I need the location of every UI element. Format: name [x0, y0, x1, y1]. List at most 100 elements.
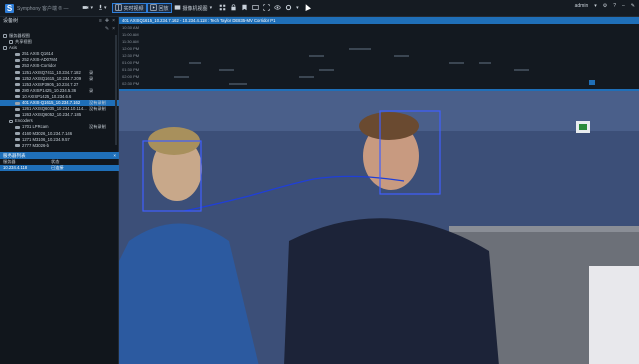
user-menu[interactable]: admin [575, 3, 589, 9]
recording-segment[interactable] [479, 62, 491, 64]
minimize-icon[interactable]: – [622, 3, 625, 9]
window-icon[interactable] [252, 4, 259, 13]
device-tree: 服务器视图 共享视图 Axis 251 AXIS Q1614 252 AXIS-AD07… [0, 33, 119, 149]
camera-icon [15, 89, 20, 93]
server-name: 10.234.4.118 [3, 165, 28, 170]
camera-icon [15, 71, 20, 75]
server-panel-header: 服务器列表 × [0, 152, 119, 159]
timeline-time-label: 12:30 PM [122, 53, 140, 58]
whiteboard [589, 266, 639, 364]
recording-segment[interactable] [514, 69, 529, 71]
close-icon[interactable]: × [112, 25, 115, 33]
video-viewport[interactable] [119, 89, 639, 364]
tree-scrollbar[interactable] [115, 35, 117, 145]
recording-segment[interactable] [449, 62, 464, 64]
recording-segment[interactable] [229, 83, 247, 85]
cubicle-top [449, 226, 639, 232]
timeline-time-label: 01:00 PM [122, 60, 140, 65]
server-status: 已连接 [51, 165, 64, 170]
eye-icon[interactable] [274, 4, 281, 13]
chevron-down-icon[interactable]: ▾ [594, 3, 597, 9]
timeline-header: 401 AXISQ1615_10.234.7.162 - 10.234.4.11… [119, 17, 639, 24]
close-icon[interactable]: × [112, 17, 115, 25]
exit-sign-light [579, 124, 587, 130]
app-title: Symphony 客户端 ® — [17, 5, 69, 12]
edit-icon[interactable]: ✎ [105, 25, 109, 33]
fullscreen-icon[interactable] [263, 3, 270, 13]
camera-icon [15, 144, 20, 148]
device-tree-tools: ✎ × [0, 25, 118, 33]
close-icon[interactable]: × [113, 152, 116, 159]
recording-segment[interactable] [394, 55, 409, 57]
recording-segment[interactable] [309, 55, 324, 57]
bookmark-icon[interactable] [241, 4, 248, 13]
layout-grid-icon[interactable] [219, 4, 226, 13]
recording-segment[interactable] [349, 48, 371, 50]
timeline-time-label: 12:00 PM [122, 46, 140, 51]
timeline-time-label: 10:30 AM [122, 25, 139, 30]
chevron-down-icon[interactable]: ▾ [296, 5, 299, 11]
timeline-time-label: 02:00 PM [122, 74, 140, 79]
live-view-button[interactable]: 实时视频 [111, 3, 147, 13]
grid-icon [114, 3, 122, 13]
timeline-time-label: 11:30 AM [122, 39, 139, 44]
pin-icon[interactable]: ✚ [105, 17, 109, 25]
device-tree-title: 设备树 [3, 18, 19, 24]
camera-icon [15, 138, 20, 142]
help-icon[interactable]: ? [613, 3, 616, 9]
timeline-time-label: 02:30 PM [122, 81, 140, 86]
video-frame [119, 91, 639, 364]
camera-icon [15, 125, 20, 129]
camera-icon[interactable] [82, 4, 89, 13]
toolbar-group: 实时视频 回放 摄像机视图 ▾ [111, 3, 215, 14]
live-view-label: 实时视频 [123, 5, 144, 12]
chevron-down-icon[interactable]: ▾ [104, 5, 107, 11]
camera-icon [15, 95, 20, 99]
camera-icon [15, 65, 20, 69]
user-area: admin ▾ ⚙ ? – ✎ [575, 3, 635, 9]
lock-icon[interactable] [230, 3, 237, 13]
timeline-panel: 401 AXISQ1615_10.234.7.162 - 10.234.4.11… [119, 17, 639, 89]
app-logo: S [5, 3, 14, 13]
folder-icon [3, 34, 7, 38]
camera-icon [15, 107, 20, 111]
folder-icon [9, 119, 13, 124]
camera-view-label: 摄像机视图 [182, 5, 208, 12]
camera-icon [15, 52, 20, 56]
table-row[interactable]: 10.234.4.118 已连接 [0, 165, 119, 171]
person-right-hair [359, 112, 419, 140]
gear-icon[interactable]: ⚙ [603, 3, 607, 9]
playhead-marker[interactable] [589, 80, 595, 85]
tree-camera-item[interactable]: 2777 M3026-b [0, 143, 119, 149]
camera-icon [15, 101, 20, 105]
camera-icon [15, 132, 20, 136]
folder-icon [3, 46, 7, 50]
menu-icon[interactable]: ≡ [99, 17, 102, 25]
settings-icon[interactable] [285, 4, 292, 13]
tree-item-label: 2777 M3026-b [22, 142, 50, 148]
playback-icon [149, 3, 157, 13]
recording-segment[interactable] [319, 69, 334, 71]
toolbar-group: ▾ ▾ [82, 3, 107, 14]
pin-icon[interactable]: ✎ [631, 3, 635, 9]
mic-icon[interactable] [97, 4, 104, 13]
layout-icon [174, 4, 181, 13]
camera-icon [15, 83, 20, 87]
server-panel-title: 服务器列表 [3, 153, 26, 158]
mouse-cursor [303, 3, 311, 11]
camera-icon [15, 77, 20, 81]
left-panel: 设备树 ≡ ✚ × ✎ × 服务器视图 共享视图 Axis 251 AXIS Q161… [0, 17, 119, 364]
camera-icon [15, 113, 20, 117]
recording-segment[interactable] [189, 62, 201, 64]
camera-view-button[interactable]: 摄像机视图 ▾ [172, 3, 215, 13]
camera-icon [15, 58, 20, 62]
top-toolbar: S Symphony 客户端 ® — ▾ ▾ 实时视频 回放 摄像机视图 ▾ ▾ [0, 0, 639, 17]
recording-segment[interactable] [174, 76, 189, 78]
chevron-down-icon[interactable]: ▾ [90, 5, 93, 11]
recording-segment[interactable] [299, 76, 314, 78]
toolbar-group: ▾ [219, 3, 299, 14]
playback-label: 回放 [158, 5, 169, 12]
recording-segment[interactable] [219, 69, 234, 71]
playback-button[interactable]: 回放 [146, 3, 172, 13]
timeline-time-label: 01:30 PM [122, 67, 140, 72]
